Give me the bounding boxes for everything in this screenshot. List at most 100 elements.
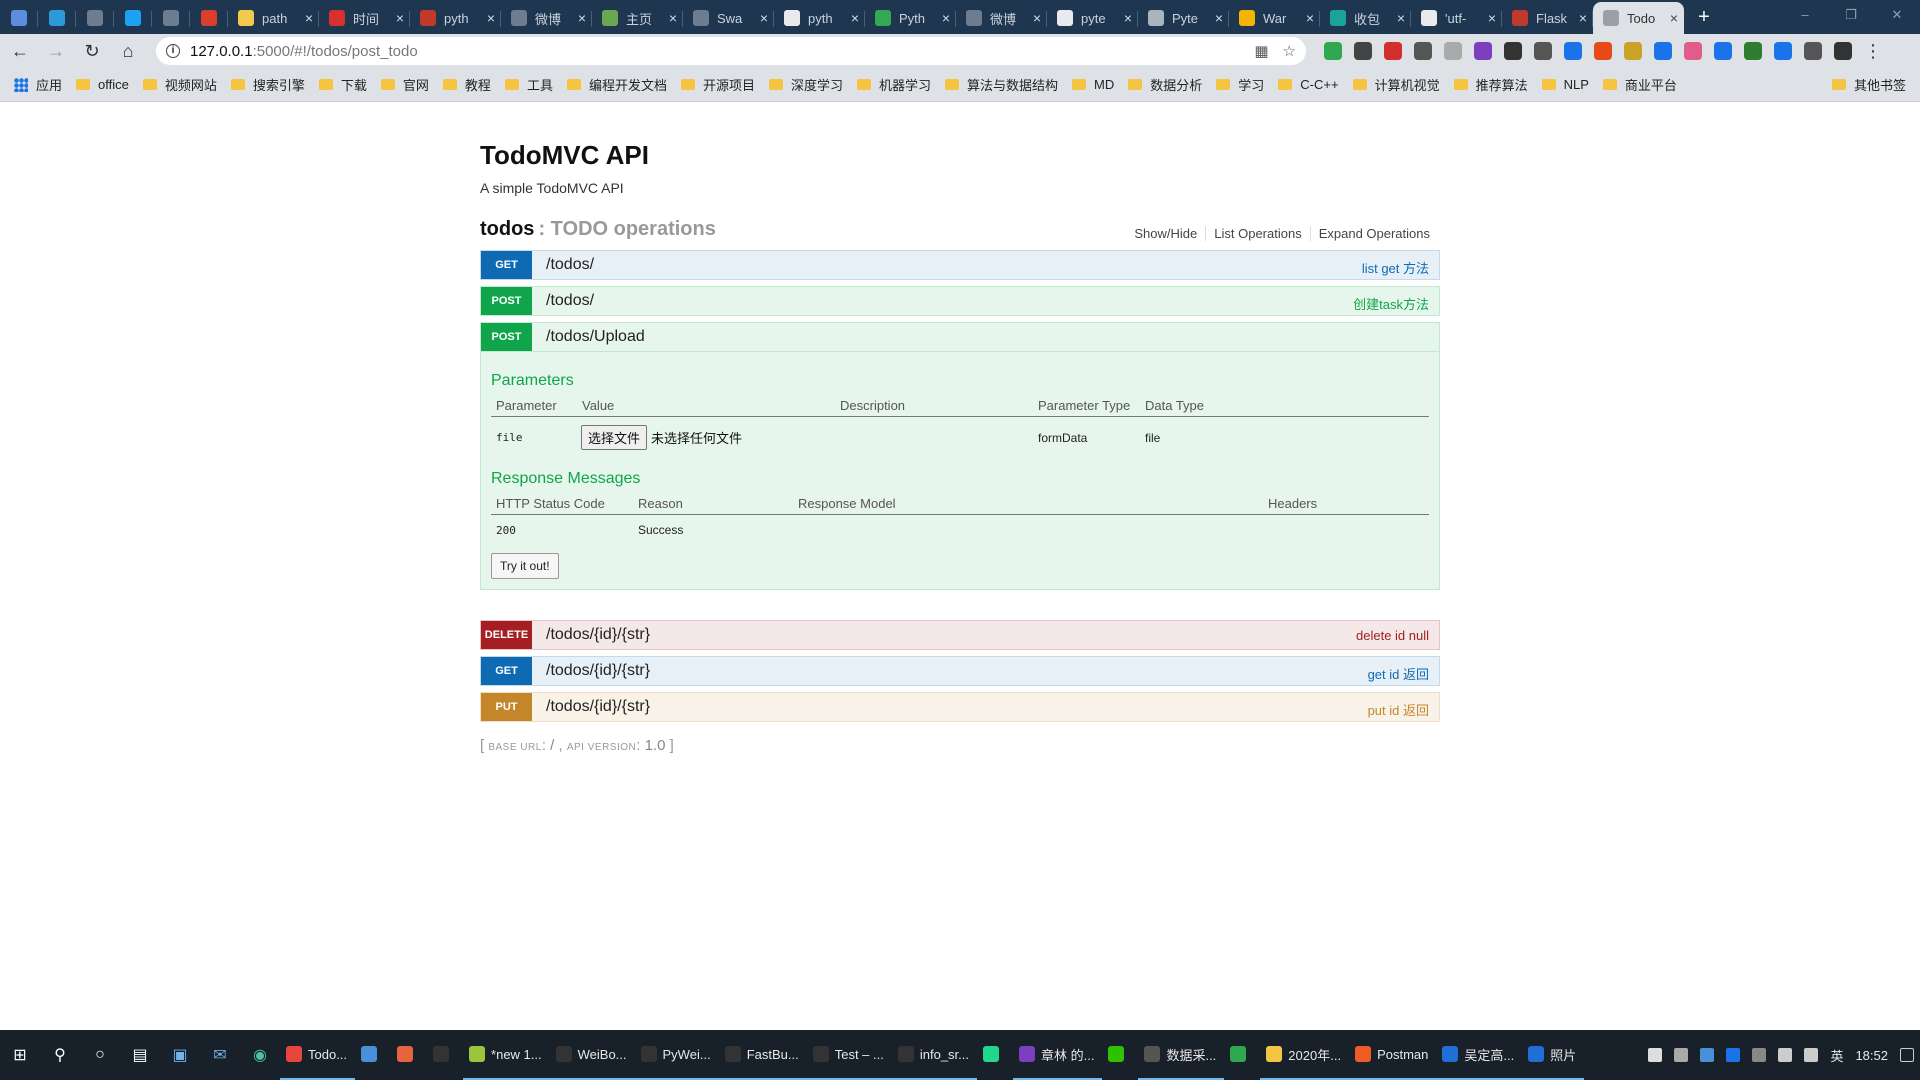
tab-close-icon[interactable]: × <box>1215 10 1223 26</box>
http-verb-badge[interactable]: DELETE <box>481 621 532 649</box>
tray-icon[interactable] <box>1700 1048 1715 1062</box>
taskbar-app[interactable] <box>977 1030 1013 1080</box>
list-operations-link[interactable]: List Operations <box>1206 226 1311 241</box>
browser-tab[interactable]: Flask × <box>1502 2 1593 34</box>
bookmark-star-icon[interactable]: ☆ <box>1283 42 1296 60</box>
browser-tab[interactable]: War × <box>1229 2 1320 34</box>
cortana-icon[interactable]: ○ <box>80 1030 120 1080</box>
http-verb-badge[interactable]: GET <box>481 657 532 685</box>
restore-icon[interactable]: ❐ <box>1828 0 1874 30</box>
browser-tab[interactable]: 微博 × <box>956 2 1047 34</box>
tab-close-icon[interactable]: × <box>1670 10 1678 26</box>
taskbar-app[interactable]: 吴定高... <box>1436 1030 1523 1080</box>
tab-close-icon[interactable]: × <box>669 10 677 26</box>
bookmark-folder[interactable]: 编程开发文档 <box>566 75 667 94</box>
new-tab-icon[interactable]: + <box>1684 2 1724 34</box>
taskbar-app[interactable]: 照片 <box>1522 1030 1585 1080</box>
tray-icon[interactable] <box>1726 1048 1741 1062</box>
tray-icon[interactable] <box>1752 1048 1767 1062</box>
bookmark-folder[interactable]: 官网 <box>380 75 429 94</box>
choose-file-button[interactable]: 选择文件 <box>581 425 648 450</box>
bookmark-folder[interactable]: 教程 <box>442 75 491 94</box>
extension-icon[interactable] <box>1594 42 1612 60</box>
browser-tab[interactable] <box>76 2 114 34</box>
browser-tab[interactable]: Swa × <box>683 2 774 34</box>
extension-icon[interactable] <box>1774 42 1792 60</box>
browser-tab[interactable]: Todo × <box>1593 2 1684 34</box>
taskbar-app[interactable] <box>391 1030 427 1080</box>
operation-header[interactable]: POST/todos/创建task方法 <box>481 287 1439 315</box>
browser-tab[interactable] <box>114 2 152 34</box>
edge-icon[interactable]: ◉ <box>240 1030 280 1080</box>
tab-close-icon[interactable]: × <box>760 10 768 26</box>
browser-tab[interactable]: pyth × <box>774 2 865 34</box>
task-view-icon[interactable]: ▤ <box>120 1030 160 1080</box>
bookmark-folder[interactable]: NLP <box>1541 77 1589 92</box>
browser-tab[interactable]: Pyth × <box>865 2 956 34</box>
tab-close-icon[interactable]: × <box>487 10 495 26</box>
taskbar-app[interactable]: Test – ... <box>806 1030 892 1080</box>
tab-close-icon[interactable]: × <box>1397 10 1405 26</box>
wifi-icon[interactable] <box>1778 1048 1793 1062</box>
extension-icon[interactable] <box>1474 42 1492 60</box>
minimize-icon[interactable]: – <box>1782 0 1828 30</box>
expand-operations-link[interactable]: Expand Operations <box>1311 226 1430 241</box>
taskbar-app[interactable] <box>1224 1030 1260 1080</box>
operation-summary[interactable]: delete id null <box>1356 628 1429 643</box>
tab-close-icon[interactable]: × <box>1488 10 1496 26</box>
windows-start-icon[interactable]: ⊞ <box>0 1030 40 1080</box>
tray-icon[interactable] <box>1674 1048 1689 1062</box>
browser-tab[interactable] <box>190 2 228 34</box>
operation-path[interactable]: /todos/ <box>546 292 594 310</box>
store-icon[interactable]: ▣ <box>160 1030 200 1080</box>
address-bar[interactable]: i 127.0.0.1:5000/#!/todos/post_todo ▦ ☆ <box>156 37 1306 65</box>
extension-icon[interactable] <box>1384 42 1402 60</box>
bookmark-folder[interactable]: 机器学习 <box>857 75 931 94</box>
http-verb-badge[interactable]: GET <box>481 251 532 279</box>
operation-path[interactable]: /todos/Upload <box>546 328 645 346</box>
taskbar-app[interactable]: WeiBo... <box>549 1030 635 1080</box>
operation-path[interactable]: /todos/ <box>546 256 594 274</box>
close-window-icon[interactable]: ✕ <box>1874 0 1920 30</box>
taskbar-app[interactable]: FastBu... <box>718 1030 807 1080</box>
taskbar-app[interactable]: info_sr... <box>891 1030 977 1080</box>
operation-header[interactable]: POST /todos/Upload <box>481 323 1439 351</box>
browser-tab[interactable]: path × <box>228 2 319 34</box>
ime-indicator[interactable]: 英 <box>1830 1046 1843 1065</box>
bookmark-folder[interactable]: 开源项目 <box>680 75 755 94</box>
http-verb-badge[interactable]: POST <box>481 287 532 315</box>
taskbar-app[interactable]: 数据采... <box>1138 1030 1225 1080</box>
extension-icon[interactable] <box>1414 42 1432 60</box>
bookmark-apps[interactable]: 应用 <box>14 75 62 94</box>
browser-tab[interactable]: 主页 × <box>592 2 683 34</box>
operation-header[interactable]: PUT/todos/{id}/{str} put id 返回 <box>481 693 1439 721</box>
operation-header[interactable]: DELETE/todos/{id}/{str} delete id null <box>481 621 1439 649</box>
tab-close-icon[interactable]: × <box>1579 10 1587 26</box>
extension-icon[interactable] <box>1444 42 1462 60</box>
taskbar-app[interactable]: Todo... <box>280 1030 356 1080</box>
bookmark-folder[interactable]: 推荐算法 <box>1453 75 1528 94</box>
browser-tab[interactable]: 'utf- × <box>1411 2 1502 34</box>
operation-path[interactable]: /todos/{id}/{str} <box>546 662 650 680</box>
taskbar-app[interactable]: PyWei... <box>634 1030 719 1080</box>
operation-path[interactable]: /todos/{id}/{str} <box>546 698 650 716</box>
extension-icon[interactable] <box>1834 42 1852 60</box>
extension-icon[interactable] <box>1534 42 1552 60</box>
tray-icon[interactable] <box>1648 1048 1663 1062</box>
extension-icon[interactable] <box>1564 42 1582 60</box>
translate-icon[interactable]: ▦ <box>1254 42 1268 60</box>
taskbar-app[interactable]: 章林 的... <box>1013 1030 1103 1080</box>
volume-icon[interactable] <box>1804 1048 1819 1062</box>
mail-icon[interactable]: ✉ <box>200 1030 240 1080</box>
show-hide-link[interactable]: Show/Hide <box>1126 226 1207 241</box>
tab-close-icon[interactable]: × <box>942 10 950 26</box>
http-verb-badge[interactable]: PUT <box>481 693 532 721</box>
forward-icon[interactable]: → <box>40 36 72 66</box>
tab-close-icon[interactable]: × <box>396 10 404 26</box>
browser-tab[interactable] <box>0 2 38 34</box>
taskbar-app[interactable]: Postman <box>1349 1030 1437 1080</box>
bookmark-folder[interactable]: 算法与数据结构 <box>945 75 1058 94</box>
reload-icon[interactable]: ↻ <box>76 36 108 66</box>
bookmark-folder[interactable]: MD <box>1072 77 1114 92</box>
extension-icon[interactable] <box>1684 42 1702 60</box>
